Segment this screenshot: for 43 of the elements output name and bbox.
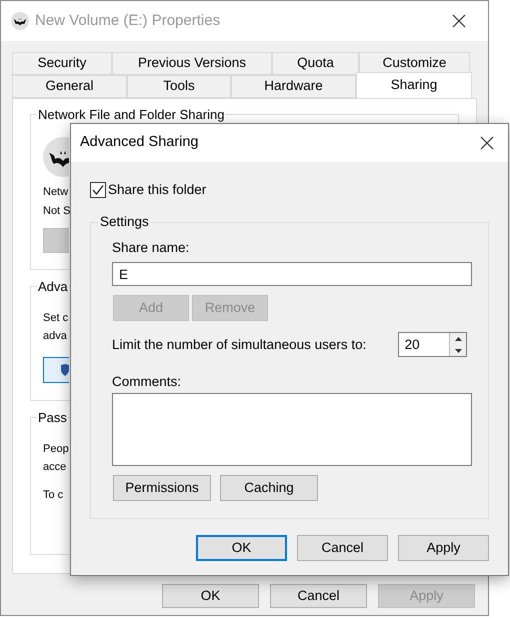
drive-icon: [11, 12, 29, 30]
description-text: Netw: [43, 185, 68, 200]
dialog-button[interactable]: Cancel: [270, 584, 367, 608]
tab[interactable]: General: [12, 75, 127, 98]
description-text: To c: [43, 488, 64, 503]
spin-up-icon[interactable]: [454, 337, 462, 341]
tab[interactable]: Previous Versions: [112, 52, 272, 75]
dialog-button[interactable]: Apply: [398, 535, 489, 562]
field-label: Comments:: [112, 374, 182, 390]
checkbox-label: Share this folder: [108, 181, 206, 199]
close-icon[interactable]: [480, 136, 494, 150]
window-title: New Volume (E:) Properties: [35, 10, 220, 31]
group-title: Settings: [98, 214, 151, 230]
group-title: Adva: [37, 279, 69, 294]
advanced-sharing-button[interactable]: [43, 357, 69, 383]
tab[interactable]: Quota: [272, 52, 359, 75]
tab[interactable]: Hardware: [231, 75, 356, 98]
group-title: Pass: [37, 410, 68, 425]
description-text: adva: [43, 329, 67, 344]
user-limit-spinner[interactable]: 20: [398, 332, 467, 358]
shield-icon: [61, 364, 69, 376]
comments-field[interactable]: [112, 393, 472, 466]
dialog-title: Advanced Sharing: [80, 133, 198, 152]
description-text: acce: [43, 460, 66, 475]
dialog-button[interactable]: OK: [162, 584, 259, 608]
dialog-button[interactable]: Permissions: [113, 475, 211, 502]
share-name-field[interactable]: E: [112, 262, 472, 286]
description-text: Not S: [43, 204, 71, 219]
tab[interactable]: Tools: [127, 75, 231, 98]
spin-down-icon[interactable]: [454, 348, 462, 352]
tab[interactable]: Sharing: [356, 72, 472, 98]
description-text: Set c: [43, 311, 68, 326]
drive-icon: [43, 137, 69, 177]
field-label: Share name:: [112, 240, 190, 256]
tab[interactable]: Security: [12, 52, 112, 75]
dialog-button[interactable]: Caching: [220, 475, 318, 502]
dialog-button[interactable]: Cancel: [297, 535, 388, 562]
close-icon[interactable]: [452, 14, 466, 28]
group-title: Network File and Folder Sharing: [37, 107, 226, 122]
description-text: Peop: [43, 442, 69, 457]
field-label: Limit the number of simultaneous users to:: [112, 336, 368, 354]
checkbox[interactable]: [90, 182, 106, 198]
dialog-button[interactable]: OK: [196, 535, 287, 562]
